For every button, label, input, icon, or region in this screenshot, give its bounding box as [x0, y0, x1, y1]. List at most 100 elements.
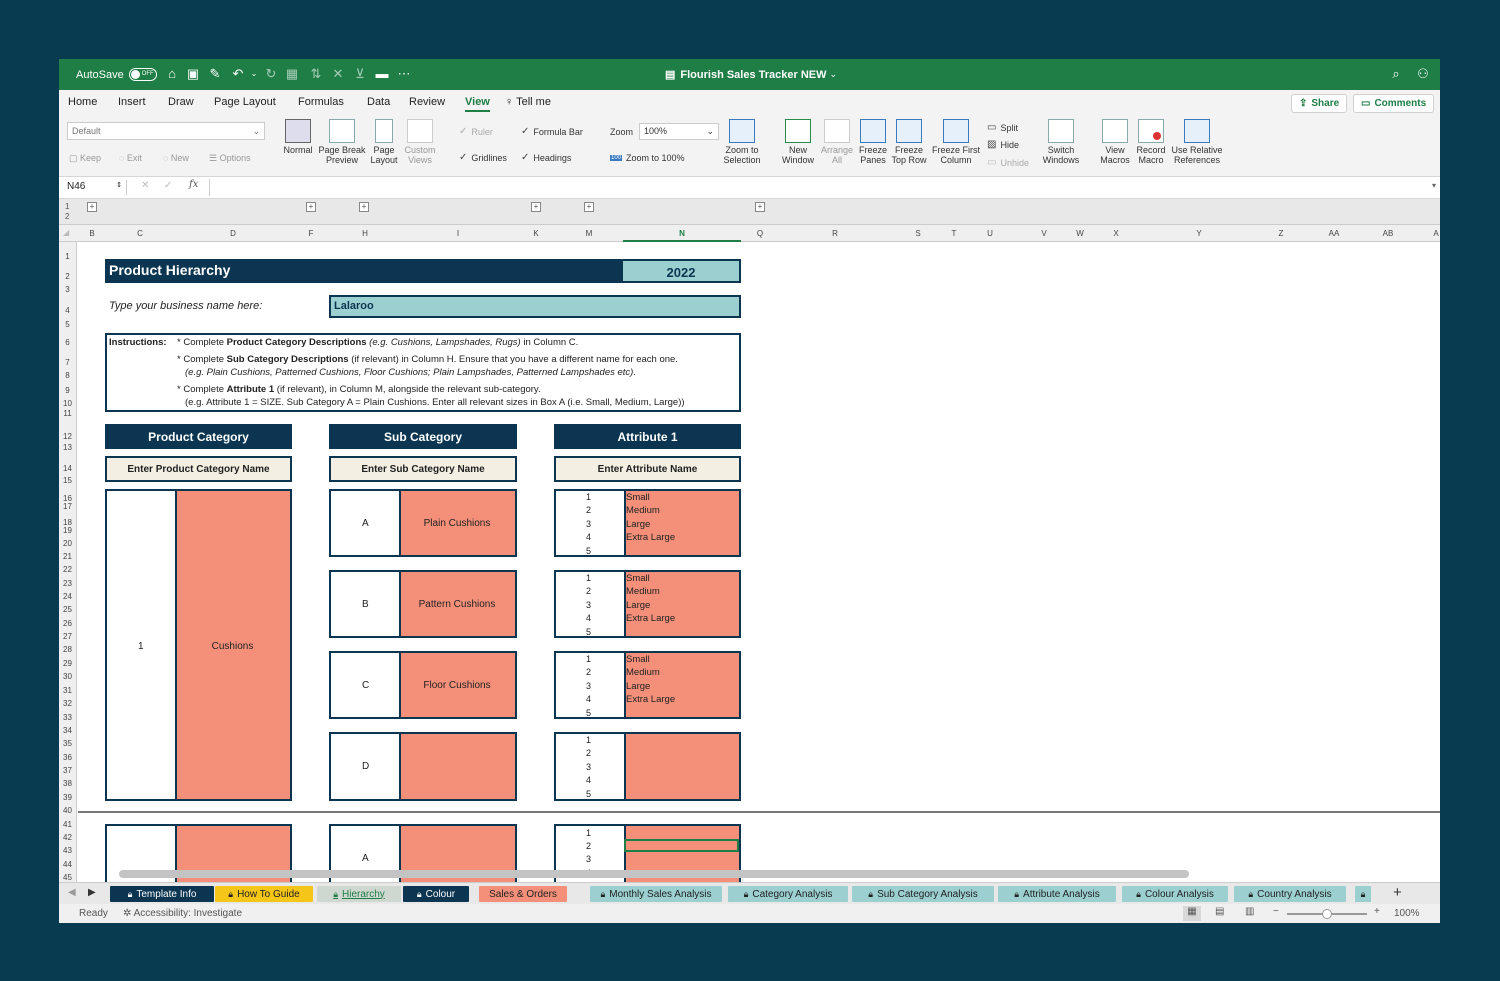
row-header[interactable]: 33 — [59, 713, 76, 722]
expand-group-icon[interactable]: + — [306, 202, 316, 212]
category-name-prompt[interactable]: Enter Product Category Name — [105, 456, 292, 482]
redo-icon[interactable]: ↻ — [264, 67, 278, 81]
horizontal-scrollbar[interactable] — [119, 870, 1189, 878]
filter-icon[interactable]: ⊻ — [353, 67, 367, 81]
row-header[interactable]: 27 — [59, 632, 76, 641]
more-icon[interactable]: ⋯ — [397, 67, 411, 81]
add-sheet-icon[interactable]: + — [1393, 884, 1402, 901]
attribute-value[interactable]: Medium — [626, 667, 660, 678]
clear-icon[interactable]: ✕ — [331, 67, 345, 81]
attribute-value[interactable]: Medium — [626, 586, 660, 597]
search-icon[interactable]: ⌕ — [1389, 67, 1403, 81]
scroll-tabs-right-icon[interactable]: ▶ — [88, 887, 96, 898]
zoom-selection-button[interactable]: Zoom to Selection — [717, 119, 767, 165]
accessibility-status[interactable]: ✲ Accessibility: Investigate — [123, 908, 242, 919]
row-header[interactable]: 41 — [59, 820, 76, 829]
business-name-input[interactable]: Lalaroo — [329, 295, 741, 318]
scroll-tabs-left-icon[interactable]: ◀ — [68, 887, 76, 898]
row-header[interactable]: 44 — [59, 860, 76, 869]
column-header[interactable]: C — [130, 229, 150, 238]
row-header[interactable]: 23 — [59, 579, 76, 588]
record-macro-button[interactable]: Record Macro — [1133, 119, 1169, 165]
zoom-out-button[interactable]: − — [1273, 906, 1279, 917]
row-header[interactable]: 8 — [59, 371, 76, 380]
cancel-icon[interactable]: ✕ — [141, 180, 149, 191]
row-header[interactable]: 20 — [59, 539, 76, 548]
expand-group-icon[interactable]: + — [755, 202, 765, 212]
tell-me[interactable]: ♀ Tell me — [505, 96, 551, 108]
column-header[interactable]: F — [301, 229, 321, 238]
column-header[interactable]: I — [448, 229, 468, 238]
table-icon[interactable]: ▦ — [285, 67, 299, 81]
row-header[interactable]: 14 — [59, 464, 76, 473]
selected-cell-n46[interactable] — [624, 839, 739, 852]
column-header[interactable]: X — [1106, 229, 1126, 238]
row-header[interactable]: 28 — [59, 645, 76, 654]
row-header[interactable]: 42 — [59, 833, 76, 842]
column-header[interactable]: Y — [1189, 229, 1209, 238]
attribute-value[interactable]: Large — [626, 600, 650, 611]
sheet-tab[interactable]: 🔒︎ Colour Analysis — [1122, 886, 1228, 902]
view-macros-button[interactable]: View Macros — [1097, 119, 1133, 165]
row-header[interactable]: 29 — [59, 659, 76, 668]
attribute-value[interactable]: Large — [626, 519, 650, 530]
autosave-toggle[interactable]: OFF — [128, 68, 157, 81]
split-button[interactable]: ▭ Split — [987, 122, 1018, 133]
folder-icon[interactable]: ▬ — [375, 67, 389, 81]
attribute-value[interactable]: Small — [626, 492, 650, 503]
page-layout-icon[interactable]: ▤ — [1215, 906, 1224, 917]
zoom-slider[interactable] — [1287, 909, 1367, 919]
ruler-checkbox[interactable]: ✓ Ruler — [459, 126, 493, 137]
row-header[interactable]: 21 — [59, 552, 76, 561]
row-header[interactable]: 37 — [59, 766, 76, 775]
column-header[interactable]: V — [1034, 229, 1054, 238]
row-header[interactable]: 34 — [59, 726, 76, 735]
zoom-slider-thumb[interactable] — [1322, 909, 1332, 919]
zoom-in-button[interactable]: + — [1374, 906, 1380, 917]
attribute-value[interactable]: Small — [626, 654, 650, 665]
row-header[interactable]: 17 — [59, 502, 76, 511]
zoom-100-button[interactable]: 100 Zoom to 100% — [610, 153, 685, 163]
tab-insert[interactable]: Insert — [118, 96, 146, 108]
gridlines-checkbox[interactable]: ✓ Gridlines — [459, 152, 507, 163]
comments-button[interactable]: ▭ Comments — [1353, 94, 1435, 113]
sheet-tab[interactable]: Sales & Orders — [479, 886, 567, 902]
tab-page-layout[interactable]: Page Layout — [214, 96, 276, 108]
row-header[interactable]: 4 — [59, 306, 76, 315]
attribute-value[interactable]: Extra Large — [626, 613, 675, 624]
outline-level-2[interactable]: 2 — [65, 212, 69, 221]
row-header[interactable]: 32 — [59, 699, 76, 708]
page-break-preview-button[interactable]: Page Break Preview — [317, 119, 367, 165]
attribute-value[interactable]: Extra Large — [626, 694, 675, 705]
column-header[interactable]: Q — [750, 229, 770, 238]
row-header[interactable]: 40 — [59, 806, 76, 815]
use-relative-references-button[interactable]: Use Relative References — [1169, 119, 1225, 165]
row-header[interactable]: 2 — [59, 272, 76, 281]
column-header[interactable]: Z — [1271, 229, 1291, 238]
column-header[interactable]: D — [223, 229, 243, 238]
sheet-tab[interactable]: 🔒︎ How To Guide — [215, 886, 313, 902]
column-header[interactable]: AA — [1324, 229, 1344, 238]
column-header[interactable]: T — [944, 229, 964, 238]
sheet-tab[interactable]: 🔒︎ Colour — [403, 886, 469, 902]
attribute-value[interactable]: Small — [626, 573, 650, 584]
tab-view[interactable]: View — [465, 96, 490, 112]
year-cell[interactable]: 2022 — [623, 259, 741, 283]
zoom-select[interactable]: 100% ⌄ — [639, 123, 719, 140]
row-header[interactable]: 39 — [59, 793, 76, 802]
row-header[interactable]: 22 — [59, 565, 76, 574]
sheet-tab[interactable]: 🔒︎ Sub Category Analysis — [852, 886, 994, 902]
custom-views-button[interactable]: Custom Views — [401, 119, 439, 165]
column-header[interactable]: K — [526, 229, 546, 238]
sheet-tab[interactable]: 🔒︎ Monthly Sales Analysis — [590, 886, 722, 902]
autosave-control[interactable]: AutoSave OFF — [76, 59, 157, 90]
keep-button[interactable]: ▢ Keep — [69, 153, 101, 164]
expand-group-icon[interactable]: + — [584, 202, 594, 212]
attribute-value[interactable]: Medium — [626, 505, 660, 516]
tab-formulas[interactable]: Formulas — [298, 96, 344, 108]
undo-icon[interactable]: ↶ — [231, 67, 245, 81]
freeze-panes-button[interactable]: Freeze Panes — [856, 119, 890, 165]
column-header[interactable]: B — [82, 229, 102, 238]
attribute-value[interactable]: Large — [626, 681, 650, 692]
row-header[interactable]: 30 — [59, 672, 76, 681]
